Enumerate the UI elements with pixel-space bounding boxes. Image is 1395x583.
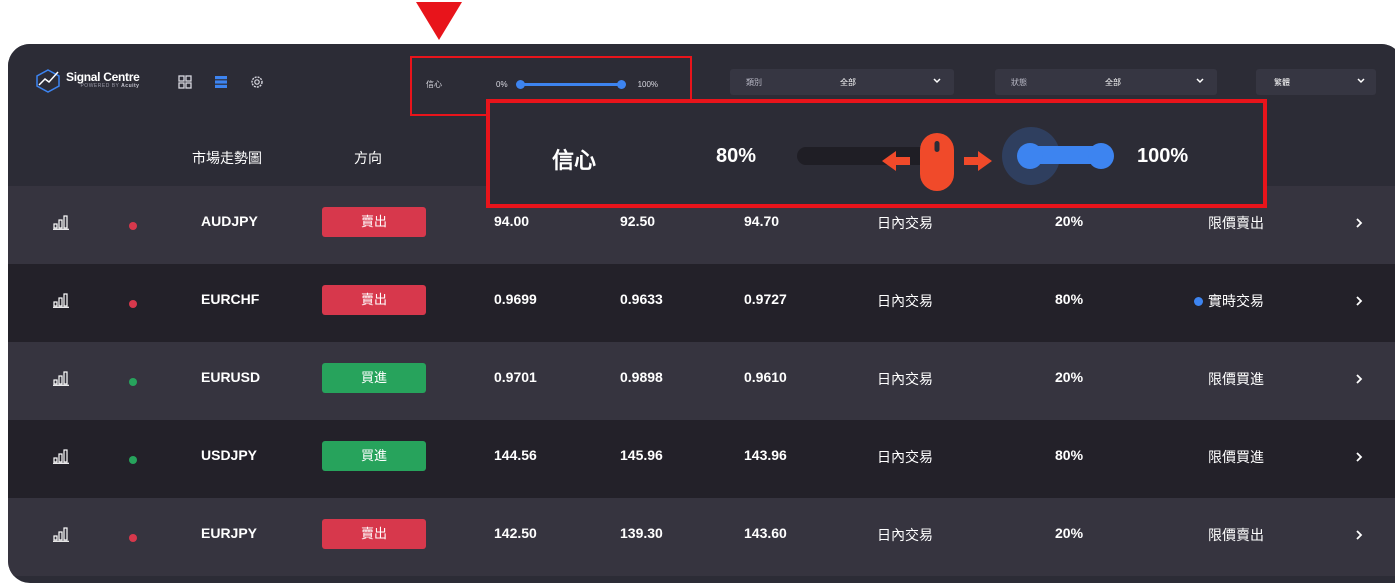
bar-chart-icon[interactable] bbox=[53, 292, 69, 308]
status-text: 限價買進 bbox=[1208, 449, 1264, 465]
language-select[interactable]: 繁體 bbox=[1256, 69, 1376, 95]
chevron-right-icon[interactable] bbox=[1355, 529, 1363, 541]
stop-price: 143.60 bbox=[744, 525, 787, 541]
target-price: 92.50 bbox=[620, 213, 656, 229]
chevron-right-icon[interactable] bbox=[1355, 451, 1363, 463]
live-status-dot bbox=[1194, 297, 1203, 306]
direction-badge: 賣出 bbox=[322, 519, 426, 549]
confidence-value: 20% bbox=[1055, 213, 1084, 229]
target-price: 0.9898 bbox=[620, 369, 663, 385]
target-price: 145.96 bbox=[620, 447, 663, 463]
chevron-down-icon bbox=[933, 78, 941, 84]
stop-price: 143.96 bbox=[744, 447, 787, 463]
language-value: 繁體 bbox=[1274, 77, 1290, 87]
entry-price: 0.9701 bbox=[494, 369, 537, 385]
confidence-value: 20% bbox=[1055, 369, 1084, 385]
category-value: 全部 bbox=[840, 77, 856, 87]
direction-indicator-dot bbox=[129, 378, 137, 386]
trade-type: 日內交易 bbox=[877, 215, 933, 231]
direction-badge: 買進 bbox=[322, 363, 426, 393]
table-row[interactable]: EURUSD 買進 0.9701 0.9898 0.9610 日內交易 20% … bbox=[8, 342, 1395, 420]
status-cell: 限價賣出 bbox=[1208, 525, 1264, 545]
bar-chart-icon[interactable] bbox=[53, 526, 69, 542]
status-text: 限價賣出 bbox=[1208, 527, 1264, 543]
bar-chart-icon[interactable] bbox=[53, 370, 69, 386]
confidence-value: 80% bbox=[1055, 447, 1084, 463]
table-row[interactable]: EURJPY 賣出 142.50 139.30 143.60 日內交易 20% … bbox=[8, 498, 1395, 576]
entry-price: 142.50 bbox=[494, 525, 537, 541]
status-cell: 限價賣出 bbox=[1208, 213, 1264, 233]
brand-subtitle: POWERED BY Acuity bbox=[80, 83, 140, 89]
brand-name: Signal Centre bbox=[66, 70, 140, 84]
entry-price: 144.56 bbox=[494, 447, 537, 463]
symbol: EURJPY bbox=[201, 525, 258, 541]
target-price: 139.30 bbox=[620, 525, 663, 541]
status-text: 限價賣出 bbox=[1208, 215, 1264, 231]
stop-price: 94.70 bbox=[744, 213, 780, 229]
direction-indicator-dot bbox=[129, 456, 137, 464]
direction-badge: 賣出 bbox=[322, 207, 426, 237]
view-switcher bbox=[178, 75, 264, 89]
chevron-right-icon[interactable] bbox=[1355, 295, 1363, 307]
trade-type: 日內交易 bbox=[877, 371, 933, 387]
confidence-value: 80% bbox=[1055, 291, 1084, 307]
signal-centre-logo-icon bbox=[36, 69, 60, 93]
chevron-right-icon[interactable] bbox=[1355, 373, 1363, 385]
symbol: EURUSD bbox=[201, 369, 261, 385]
chevron-down-icon bbox=[1357, 78, 1365, 84]
stop-price: 0.9727 bbox=[744, 291, 787, 307]
stop-price: 0.9610 bbox=[744, 369, 787, 385]
symbol: EURCHF bbox=[201, 291, 260, 307]
direction-badge: 買進 bbox=[322, 441, 426, 471]
chevron-right-icon[interactable] bbox=[1355, 217, 1363, 229]
callout-max-handle[interactable] bbox=[1088, 143, 1114, 169]
callout-min-label: 80% bbox=[716, 145, 757, 167]
settings-gear-icon[interactable] bbox=[250, 75, 264, 89]
symbol: USDJPY bbox=[201, 447, 258, 463]
status-cell: 實時交易 bbox=[1194, 291, 1264, 311]
callout-min-handle[interactable] bbox=[1017, 143, 1043, 169]
status-value: 全部 bbox=[1105, 77, 1121, 87]
target-price: 0.9633 bbox=[620, 291, 663, 307]
confidence-value: 20% bbox=[1055, 525, 1084, 541]
entry-price: 0.9699 bbox=[494, 291, 537, 307]
status-text: 限價買進 bbox=[1208, 371, 1264, 387]
direction-badge: 賣出 bbox=[322, 285, 426, 315]
callout-confidence-label: 信心 bbox=[552, 148, 597, 173]
status-cell: 限價買進 bbox=[1208, 447, 1264, 467]
direction-indicator-dot bbox=[129, 222, 137, 230]
table-row[interactable]: EURCHF 賣出 0.9699 0.9633 0.9727 日內交易 80% … bbox=[8, 264, 1395, 342]
trade-type: 日內交易 bbox=[877, 293, 933, 309]
entry-price: 94.00 bbox=[494, 213, 530, 229]
table-row[interactable]: USDJPY 買進 144.56 145.96 143.96 日內交易 80% … bbox=[8, 420, 1395, 498]
bar-chart-icon[interactable] bbox=[53, 448, 69, 464]
direction-indicator-dot bbox=[129, 300, 137, 308]
status-text: 實時交易 bbox=[1208, 293, 1264, 309]
down-arrow-pointer-icon bbox=[416, 2, 462, 40]
column-header-chart: 市場走勢圖 bbox=[192, 150, 262, 166]
grid-view-icon[interactable] bbox=[178, 75, 192, 89]
status-select[interactable]: 狀態 全部 bbox=[995, 69, 1217, 95]
direction-indicator-dot bbox=[129, 534, 137, 542]
trade-type: 日內交易 bbox=[877, 449, 933, 465]
list-view-icon[interactable] bbox=[214, 75, 228, 89]
column-header-direction: 方向 bbox=[354, 150, 382, 166]
mouse-drag-icon bbox=[882, 133, 992, 191]
chevron-down-icon bbox=[1196, 78, 1204, 84]
confidence-zoom-callout: 信心 80% 100% bbox=[486, 99, 1267, 208]
status-cell: 限價買進 bbox=[1208, 369, 1264, 389]
callout-max-label: 100% bbox=[1137, 145, 1189, 167]
logo: Signal Centre POWERED BY Acuity bbox=[34, 66, 140, 94]
bar-chart-icon[interactable] bbox=[53, 214, 69, 230]
trade-type: 日內交易 bbox=[877, 527, 933, 543]
symbol: AUDJPY bbox=[201, 213, 258, 229]
category-select[interactable]: 類別 全部 bbox=[730, 69, 954, 95]
status-label: 狀態 bbox=[1011, 77, 1027, 87]
category-label: 類別 bbox=[746, 77, 762, 87]
